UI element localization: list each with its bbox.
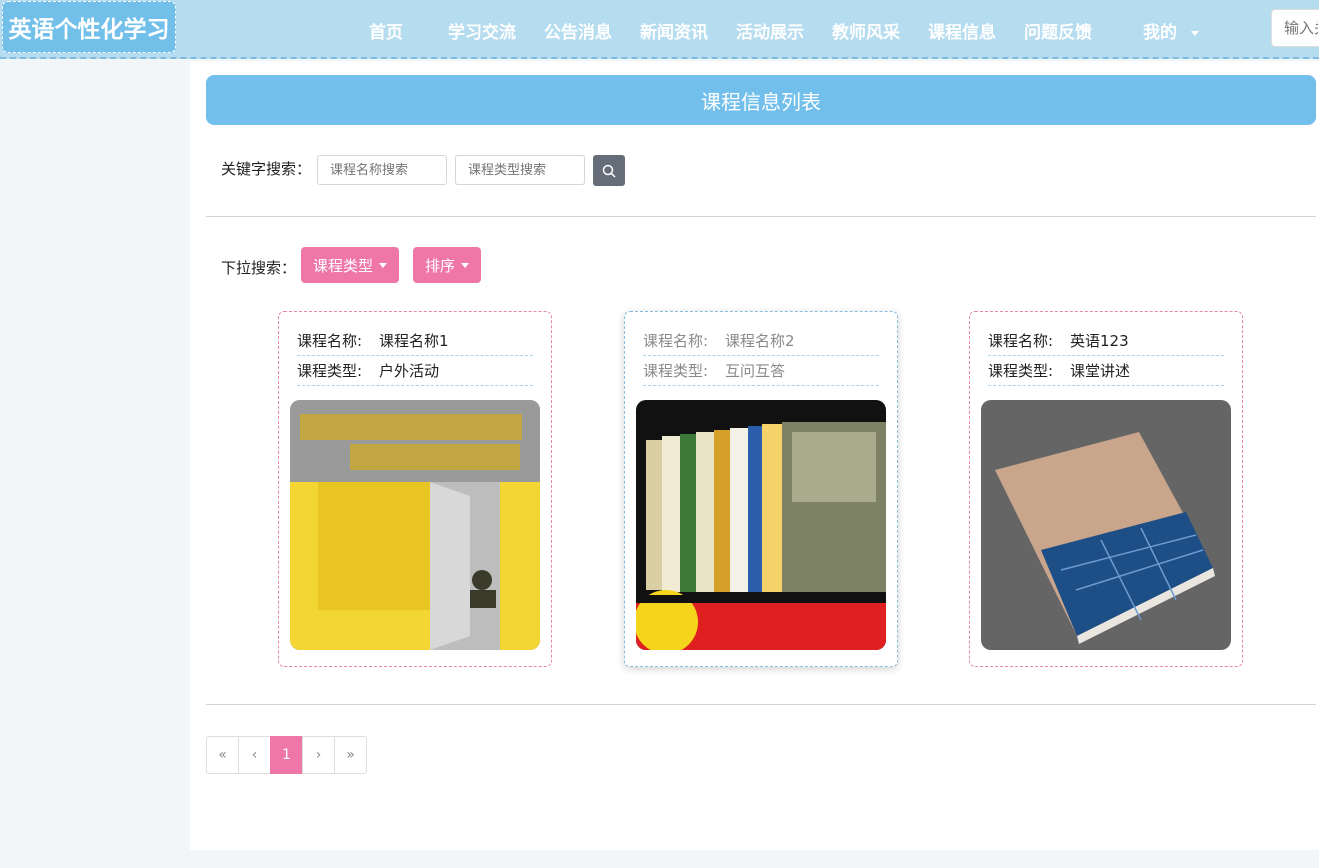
- pagination-next[interactable]: ›: [302, 736, 335, 774]
- nav-item-announcements[interactable]: 公告消息: [544, 18, 612, 43]
- course-type-key: 课程类型:: [988, 362, 1054, 380]
- course-type-row: 课程类型: 课堂讲述: [988, 360, 1224, 386]
- search-button[interactable]: [593, 155, 625, 186]
- keyword-search-label: 关键字搜索：: [221, 160, 312, 178]
- caret-down-icon: [379, 262, 388, 268]
- course-name-key: 课程名称:: [297, 332, 363, 350]
- pagination-prev[interactable]: ‹: [238, 736, 271, 774]
- site-logo[interactable]: 英语个性化学习: [2, 1, 176, 53]
- course-name-value: 英语123: [1070, 332, 1129, 350]
- course-name-key: 课程名称:: [988, 332, 1054, 350]
- course-name-row: 课程名称: 课程名称1: [297, 330, 533, 356]
- top-search-input[interactable]: [1271, 9, 1319, 47]
- pagination: « ‹ 1 › »: [206, 736, 367, 774]
- sort-dropdown[interactable]: 排序: [413, 247, 482, 283]
- nav-item-news[interactable]: 新闻资讯: [640, 18, 708, 43]
- course-type-dropdown[interactable]: 课程类型: [301, 247, 400, 283]
- course-type-key: 课程类型:: [297, 362, 363, 380]
- course-name-row: 课程名称: 课程名称2: [643, 330, 879, 356]
- course-type-search-input[interactable]: [455, 155, 585, 185]
- footer-band: [0, 850, 1319, 868]
- course-card[interactable]: 课程名称: 课程名称1 课程类型: 户外活动: [278, 311, 552, 667]
- divider: [206, 216, 1316, 217]
- course-name-key: 课程名称:: [643, 332, 709, 350]
- course-name-value: 课程名称1: [379, 332, 449, 350]
- left-sidebar-area: [0, 61, 190, 868]
- course-type-row: 课程类型: 户外活动: [297, 360, 533, 386]
- nav-item-mine-dropdown[interactable]: 我的: [1143, 18, 1199, 43]
- pagination-first[interactable]: «: [206, 736, 239, 774]
- course-cover-image[interactable]: [981, 400, 1231, 650]
- page-title: 课程信息列表: [206, 75, 1316, 125]
- caret-down-icon: [461, 262, 470, 268]
- top-navbar: 英语个性化学习 首页 学习交流 公告消息 新闻资讯 活动展示 教师风采 课程信息…: [0, 0, 1319, 59]
- nav-item-teachers[interactable]: 教师风采: [832, 18, 900, 43]
- course-cover-image[interactable]: [290, 400, 540, 650]
- course-card[interactable]: 课程名称: 英语123 课程类型: 课堂讲述: [969, 311, 1243, 667]
- course-type-key: 课程类型:: [643, 362, 709, 380]
- chevron-down-icon: [1191, 30, 1199, 36]
- course-cover-image[interactable]: [636, 400, 886, 650]
- course-type-value: 课堂讲述: [1070, 362, 1131, 380]
- course-type-row: 课程类型: 互问互答: [643, 360, 879, 386]
- course-type-value: 互问互答: [725, 362, 786, 380]
- main-content: 课程信息列表 关键字搜索： 下拉搜索： 课程类型 排序 课程名称: 课程名称1 课…: [190, 61, 1319, 850]
- nav-item-courses[interactable]: 课程信息: [928, 18, 996, 43]
- nav-item-feedback[interactable]: 问题反馈: [1024, 18, 1092, 43]
- course-name-row: 课程名称: 英语123: [988, 330, 1224, 356]
- dropdown-search-label: 下拉搜索：: [221, 259, 297, 277]
- nav-item-home[interactable]: 首页: [369, 18, 403, 43]
- search-icon: [602, 164, 616, 178]
- nav-item-study-exchange[interactable]: 学习交流: [448, 18, 516, 43]
- course-name-value: 课程名称2: [725, 332, 795, 350]
- pagination-current-page[interactable]: 1: [270, 736, 303, 774]
- course-card[interactable]: 课程名称: 课程名称2 课程类型: 互问互答: [624, 311, 898, 667]
- sort-dropdown-label: 排序: [425, 256, 456, 275]
- course-name-search-input[interactable]: [317, 155, 447, 185]
- course-type-dropdown-label: 课程类型: [313, 256, 374, 275]
- nav-item-activities[interactable]: 活动展示: [736, 18, 804, 43]
- mine-label: 我的: [1143, 23, 1177, 43]
- course-type-value: 户外活动: [379, 362, 440, 380]
- divider: [206, 704, 1316, 705]
- pagination-last[interactable]: »: [334, 736, 367, 774]
